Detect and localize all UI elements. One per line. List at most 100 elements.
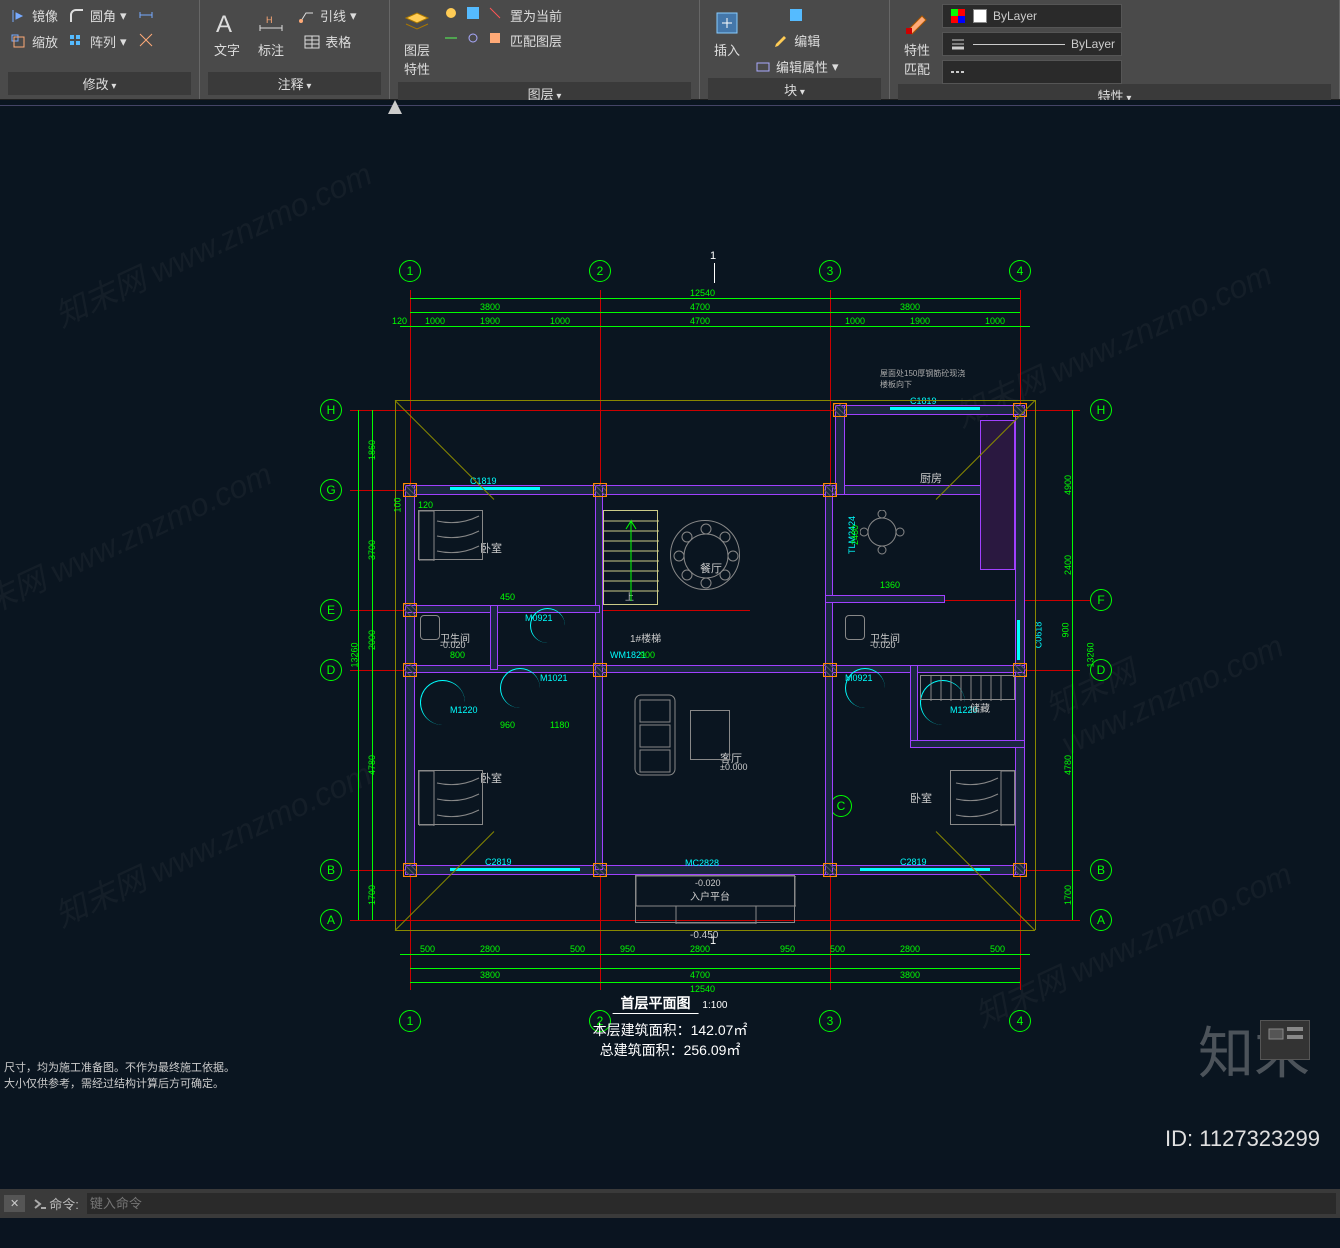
roof-edge (395, 400, 396, 930)
dim-text: 13260 (1086, 642, 1096, 667)
dim-text: 1360 (880, 580, 900, 590)
dim-line (410, 982, 1020, 983)
layer-icon-4[interactable] (442, 29, 460, 47)
panel-block: 插入 编辑 编辑属性 ▾ 块 (700, 0, 890, 99)
tray-widget[interactable] (1260, 1020, 1310, 1060)
area2-value: 256.09㎡ (684, 1042, 741, 1058)
block-create[interactable] (785, 4, 807, 26)
section-line (714, 263, 715, 283)
scale-button[interactable]: 缩放 (8, 30, 60, 53)
modify-extra2[interactable] (135, 29, 157, 51)
panel-title-annotate[interactable]: 注释 (208, 72, 381, 95)
wall (910, 665, 918, 745)
scale-label: 缩放 (32, 32, 58, 51)
toilet (845, 615, 865, 640)
dim-line (400, 326, 1030, 327)
array-icon (68, 33, 86, 51)
fillet-button[interactable]: 圆角 ▾ (66, 4, 129, 27)
dim-icon: H (256, 8, 286, 38)
bed (950, 770, 1015, 825)
roof-edge (1035, 400, 1036, 930)
dim-text: 13260 (350, 642, 360, 667)
dim-text: 500 (570, 944, 585, 954)
dim-text: 450 (500, 592, 515, 602)
dim-text: 120 (392, 316, 407, 326)
window (1017, 620, 1020, 660)
dim-text: 2400 (1063, 555, 1073, 575)
panel-title-block[interactable]: 块 (708, 78, 881, 101)
area2-label: 总建筑面积： (600, 1042, 684, 1058)
wall (405, 605, 600, 613)
text-icon: A (212, 8, 242, 38)
roof-note: 屋面处150厚钢筋砼现浇 楼板向下 (880, 368, 965, 390)
grid-bubble: 1 (399, 260, 421, 282)
match-props-icon (902, 8, 932, 38)
id-value: 1127323299 (1199, 1126, 1320, 1151)
toilet (420, 615, 440, 640)
layer-icon-5[interactable] (464, 29, 482, 47)
leader-button[interactable]: 引线 ▾ (296, 4, 359, 27)
modify-extra1[interactable] (135, 4, 157, 26)
door-tag: M1021 (540, 673, 568, 683)
insert-button[interactable]: 插入 (708, 4, 746, 78)
layer-icon-6[interactable] (486, 29, 504, 47)
setcurrent-button[interactable]: 置为当前 (508, 4, 564, 27)
mirror-button[interactable]: 镜像 (8, 4, 60, 27)
window (860, 868, 990, 871)
leader-icon (298, 7, 316, 25)
panel-title-modify[interactable]: 修改 (8, 72, 191, 95)
panel-annotate: A文字 H标注 引线 ▾ 表格 注释 (200, 0, 390, 99)
wall (405, 665, 1025, 673)
edit-attr-button[interactable]: 编辑属性 ▾ (752, 55, 841, 78)
entry-porch (635, 875, 795, 923)
drawing-notes: 尺寸，均为施工准备图。不作为最终施工依据。 大小仅供参考，需经过结构计算后方可确… (4, 1061, 235, 1092)
wall (595, 485, 603, 675)
grid-bubble: B (320, 859, 342, 881)
layer-icon-3[interactable] (486, 4, 504, 22)
door-arc (500, 668, 540, 708)
bed (418, 510, 483, 560)
layer-icon-1[interactable] (442, 4, 460, 22)
command-prompt: 命令: (49, 1194, 79, 1213)
cursor-marker (388, 100, 402, 114)
column (823, 483, 837, 497)
column (593, 483, 607, 497)
area1-value: 142.07㎡ (691, 1022, 748, 1038)
roof-edge (395, 930, 1035, 931)
grid-bubble: C (830, 795, 852, 817)
edit-block-label: 编辑 (794, 31, 820, 50)
id-prefix: ID: (1165, 1126, 1193, 1151)
column (403, 863, 417, 877)
drawing-title-block: 首层平面图 1:100 本层建筑面积：142.07㎡ 总建筑面积：256.09㎡ (593, 993, 748, 1060)
array-button[interactable]: 阵列 ▾ (66, 30, 129, 53)
dim-text: 4700 (690, 302, 710, 312)
edit-block-button[interactable]: 编辑 (770, 29, 822, 52)
lineweight-dropdown[interactable]: ByLayer (942, 32, 1122, 56)
grid-bubble: A (320, 909, 342, 931)
elevation-mark: ±0.000 (720, 762, 747, 772)
layer-props-button[interactable]: 图层 特性 (398, 4, 436, 82)
linetype-dropdown[interactable] (942, 60, 1122, 84)
layer-icon-2[interactable] (464, 4, 482, 22)
note-line: 大小仅供参考，需经过结构计算后方可确定。 (4, 1077, 235, 1092)
grid-bubble: 4 (1009, 1010, 1031, 1032)
table-button[interactable]: 表格 (301, 30, 353, 53)
coffee-table (690, 710, 730, 760)
dim-text: 1000 (425, 316, 445, 326)
dim-text: 120 (418, 500, 433, 510)
staircase (603, 510, 658, 605)
command-input[interactable] (87, 1193, 1336, 1214)
grid-bubble: D (320, 659, 342, 681)
lineweight-icon (949, 35, 967, 53)
text-button[interactable]: A文字 (208, 4, 246, 72)
color-dropdown[interactable]: ByLayer (942, 4, 1122, 28)
match-props-button[interactable]: 特性 匹配 (898, 4, 936, 84)
dim-button[interactable]: H标注 (252, 4, 290, 72)
bed (418, 770, 483, 825)
command-close-button[interactable]: ✕ (4, 1195, 25, 1212)
dim-text: 3800 (900, 970, 920, 980)
drawing-canvas[interactable]: 知末网 www.znzmo.com 知末网 www.znzmo.com 知末网 … (0, 100, 1340, 1160)
window (450, 868, 580, 871)
match-layer-button[interactable]: 匹配图层 (508, 29, 564, 52)
dim-text: 4700 (690, 316, 710, 326)
